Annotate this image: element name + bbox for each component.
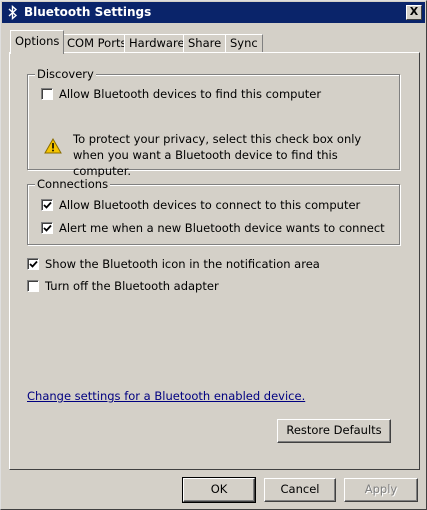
cancel-button[interactable]: Cancel — [264, 478, 336, 502]
alert-new-checkbox-row[interactable]: Alert me when a new Bluetooth device wan… — [41, 220, 391, 236]
apply-button[interactable]: Apply — [344, 478, 418, 502]
bluetooth-icon — [8, 5, 18, 20]
allow-connect-label: Allow Bluetooth devices to connect to th… — [59, 198, 361, 212]
show-icon-checkbox-row[interactable]: Show the Bluetooth icon in the notificat… — [27, 256, 387, 272]
tab-label: Options — [15, 34, 60, 48]
tab-label: Hardware — [129, 36, 185, 50]
alert-new-checkbox[interactable] — [41, 222, 53, 234]
checkmark-icon — [43, 224, 52, 232]
tab-label: Sync — [230, 36, 258, 50]
options-panel: Discovery Allow Bluetooth devices to fin… — [9, 52, 420, 470]
checkmark-icon — [29, 260, 38, 268]
tab-share[interactable]: Share — [183, 34, 227, 53]
discovery-group: Discovery Allow Bluetooth devices to fin… — [27, 67, 400, 178]
tab-options[interactable]: Options — [10, 30, 65, 54]
allow-find-checkbox-row[interactable]: Allow Bluetooth devices to find this com… — [41, 86, 381, 102]
change-settings-link[interactable]: Change settings for a Bluetooth enabled … — [27, 389, 305, 403]
warning-icon — [44, 138, 62, 154]
allow-find-label: Allow Bluetooth devices to find this com… — [59, 87, 322, 101]
tab-label: COM Ports — [67, 36, 127, 50]
ok-button[interactable]: OK — [182, 477, 256, 503]
show-icon-label: Show the Bluetooth icon in the notificat… — [45, 257, 320, 271]
tab-hardware[interactable]: Hardware — [124, 34, 190, 53]
close-button[interactable]: X — [406, 5, 422, 20]
title-bar[interactable]: Bluetooth Settings X — [2, 2, 425, 23]
turn-off-label: Turn off the Bluetooth adapter — [45, 279, 219, 293]
connections-group: Connections Allow Bluetooth devices to c… — [27, 177, 400, 245]
privacy-warning-text: To protect your privacy, select this che… — [73, 132, 362, 178]
alert-new-label: Alert me when a new Bluetooth device wan… — [59, 221, 385, 235]
allow-connect-checkbox[interactable] — [41, 199, 53, 211]
checkmark-icon — [43, 201, 52, 209]
bluetooth-settings-window: Bluetooth Settings X Options COM Ports H… — [0, 0, 427, 510]
allow-find-checkbox[interactable] — [41, 88, 53, 100]
turn-off-checkbox-row[interactable]: Turn off the Bluetooth adapter — [27, 278, 327, 294]
connections-legend: Connections — [35, 177, 111, 191]
discovery-legend: Discovery — [35, 67, 96, 81]
allow-connect-checkbox-row[interactable]: Allow Bluetooth devices to connect to th… — [41, 197, 381, 213]
tab-label: Share — [188, 36, 222, 50]
tab-com-ports[interactable]: COM Ports — [62, 34, 132, 53]
show-icon-checkbox[interactable] — [27, 258, 39, 270]
tab-sync[interactable]: Sync — [225, 34, 263, 53]
window-title: Bluetooth Settings — [24, 5, 152, 19]
restore-defaults-button[interactable]: Restore Defaults — [277, 419, 391, 443]
turn-off-checkbox[interactable] — [27, 280, 39, 292]
